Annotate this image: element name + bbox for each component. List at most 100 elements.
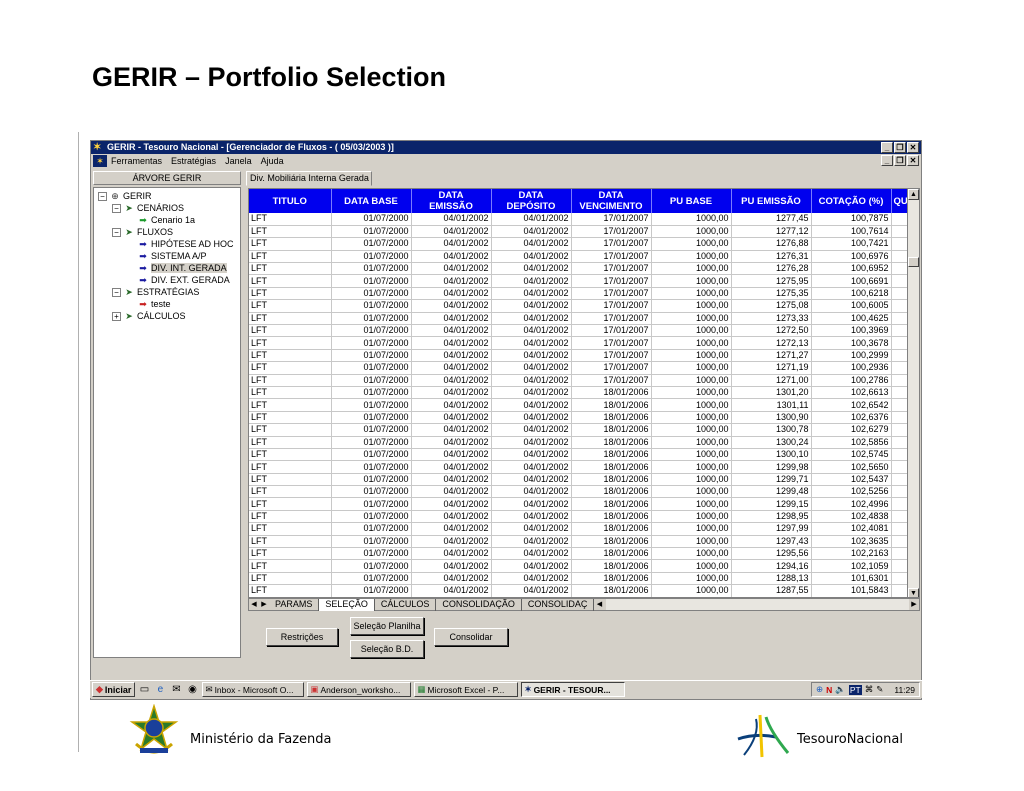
table-cell[interactable]: 1000,00	[651, 336, 732, 350]
collapse-icon[interactable]: −	[112, 204, 121, 214]
expand-icon[interactable]: +	[112, 312, 121, 322]
table-cell[interactable]: 102,2163	[811, 547, 892, 561]
table-cell[interactable]: 04/01/2002	[491, 436, 572, 449]
table-cell[interactable]: 04/01/2002	[491, 448, 572, 462]
column-header[interactable]: DATA EMISSÃO	[411, 189, 492, 213]
table-cell[interactable]: 01/07/2000	[331, 262, 412, 276]
table-cell[interactable]: LFT	[249, 485, 332, 499]
table-cell[interactable]: 04/01/2002	[491, 361, 572, 375]
table-cell[interactable]: 04/01/2002	[491, 349, 572, 363]
mdi-close-button[interactable]: ✕	[907, 155, 919, 166]
table-cell[interactable]: 1299,71	[731, 473, 812, 487]
table-cell[interactable]: 102,6542	[811, 398, 892, 412]
table-cell[interactable]: LFT	[249, 398, 332, 412]
table-cell[interactable]: 102,3635	[811, 535, 892, 549]
table-cell[interactable]: LFT	[249, 448, 332, 462]
table-cell[interactable]: 17/01/2007	[571, 374, 652, 387]
table-cell[interactable]: 04/01/2002	[411, 299, 492, 313]
table-cell[interactable]: 01/07/2000	[331, 436, 412, 449]
table-cell[interactable]: 04/01/2002	[411, 349, 492, 363]
table-cell[interactable]: 04/01/2002	[411, 374, 492, 387]
table-cell[interactable]: 01/07/2000	[331, 361, 412, 375]
mdi-minimize-button[interactable]: _	[881, 155, 893, 166]
table-row[interactable]: LFT 01/07/2000 04/01/2002 04/01/2002 17/01/2…	[249, 361, 911, 375]
table-row[interactable]: LFT 01/07/2000 04/01/2002 04/01/2002 18/01/2…	[249, 510, 911, 524]
table-cell[interactable]: 04/01/2002	[411, 436, 492, 449]
table-cell[interactable]: 1000,00	[651, 349, 732, 363]
tree-node[interactable]: ➡ DIV. EXT. GERADA	[94, 274, 240, 286]
collapse-icon[interactable]: −	[98, 192, 107, 202]
table-cell[interactable]: 1297,43	[731, 535, 812, 549]
sheet-tab[interactable]: SELEÇÃO	[319, 598, 375, 611]
table-cell[interactable]: 04/01/2002	[491, 336, 572, 350]
table-cell[interactable]: 1000,00	[651, 485, 732, 499]
table-cell[interactable]: 04/01/2002	[491, 559, 572, 573]
table-cell[interactable]: 1000,00	[651, 250, 732, 264]
table-cell[interactable]: 1000,00	[651, 559, 732, 573]
table-cell[interactable]: 1272,13	[731, 336, 812, 350]
table-cell[interactable]: 1000,00	[651, 584, 732, 597]
table-cell[interactable]: 04/01/2002	[491, 386, 572, 400]
table-cell[interactable]: 1295,56	[731, 547, 812, 561]
table-cell[interactable]: 1275,95	[731, 274, 812, 288]
table-cell[interactable]: 04/01/2002	[411, 572, 492, 586]
table-cell[interactable]: 01/07/2000	[331, 460, 412, 474]
table-cell[interactable]: 04/01/2002	[491, 411, 572, 425]
table-cell[interactable]: 1000,00	[651, 287, 732, 301]
table-cell[interactable]: LFT	[249, 225, 332, 239]
table-row[interactable]: LFT 01/07/2000 04/01/2002 04/01/2002 17/01/2…	[249, 287, 911, 301]
tree-node[interactable]: − ➤ FLUXOS	[94, 226, 240, 238]
column-header[interactable]: TITULO	[249, 189, 332, 213]
table-cell[interactable]: 04/01/2002	[491, 262, 572, 276]
table-cell[interactable]: LFT	[249, 250, 332, 264]
table-cell[interactable]: 18/01/2006	[571, 411, 652, 425]
table-cell[interactable]: LFT	[249, 262, 332, 276]
tree-node[interactable]: + ➤ CÁLCULOS	[94, 310, 240, 322]
table-row[interactable]: LFT 01/07/2000 04/01/2002 04/01/2002 18/01/2…	[249, 547, 911, 561]
document-logo-icon[interactable]: ✶	[93, 155, 107, 167]
table-cell[interactable]: LFT	[249, 299, 332, 313]
table-cell[interactable]: 102,5856	[811, 436, 892, 449]
antivirus-icon[interactable]: N	[826, 685, 832, 695]
tab-next-icon[interactable]: ▶	[259, 599, 269, 610]
table-cell[interactable]: 04/01/2002	[491, 287, 572, 301]
table-cell[interactable]: LFT	[249, 386, 332, 400]
table-row[interactable]: LFT 01/07/2000 04/01/2002 04/01/2002 18/01/2…	[249, 398, 911, 412]
table-cell[interactable]: 18/01/2006	[571, 386, 652, 400]
table-cell[interactable]: 100,7421	[811, 237, 892, 251]
table-cell[interactable]: 01/07/2000	[331, 510, 412, 524]
table-cell[interactable]: 1300,24	[731, 436, 812, 449]
table-cell[interactable]: 1000,00	[651, 572, 732, 586]
table-cell[interactable]: 01/07/2000	[331, 584, 412, 597]
table-cell[interactable]: LFT	[249, 312, 332, 326]
table-cell[interactable]: 18/01/2006	[571, 559, 652, 573]
table-cell[interactable]: 100,2786	[811, 374, 892, 387]
table-row[interactable]: LFT 01/07/2000 04/01/2002 04/01/2002 17/01/2…	[249, 225, 911, 239]
table-cell[interactable]: 01/07/2000	[331, 572, 412, 586]
tab-prev-icon[interactable]: ◀	[249, 599, 259, 610]
table-cell[interactable]: 04/01/2002	[491, 250, 572, 264]
table-cell[interactable]: 04/01/2002	[411, 237, 492, 251]
collapse-icon[interactable]: −	[112, 288, 121, 298]
table-cell[interactable]: 18/01/2006	[571, 584, 652, 597]
table-cell[interactable]: 100,3678	[811, 336, 892, 350]
table-cell[interactable]: LFT	[249, 584, 332, 597]
vertical-scrollbar[interactable]: ▲ ▼	[907, 189, 919, 597]
table-cell[interactable]: 18/01/2006	[571, 448, 652, 462]
table-cell[interactable]: LFT	[249, 547, 332, 561]
table-cell[interactable]: 1000,00	[651, 460, 732, 474]
table-cell[interactable]: LFT	[249, 361, 332, 375]
table-cell[interactable]: LFT	[249, 522, 332, 536]
table-row[interactable]: LFT 01/07/2000 04/01/2002 04/01/2002 18/01/2…	[249, 473, 911, 487]
table-row[interactable]: LFT 01/07/2000 04/01/2002 04/01/2002 18/01/2…	[249, 572, 911, 586]
table-cell[interactable]: 100,6976	[811, 250, 892, 264]
sheet-tab[interactable]: CÁLCULOS	[375, 598, 437, 611]
table-cell[interactable]: 18/01/2006	[571, 535, 652, 549]
table-cell[interactable]: LFT	[249, 460, 332, 474]
table-cell[interactable]: 01/07/2000	[331, 386, 412, 400]
tree-node[interactable]: ➡ DIV. INT. GERADA	[94, 262, 240, 274]
table-cell[interactable]: 102,5437	[811, 473, 892, 487]
tree-node[interactable]: ➡ SISTEMA A/P	[94, 250, 240, 262]
table-cell[interactable]: LFT	[249, 274, 332, 288]
clock[interactable]: 11:29	[894, 685, 915, 695]
